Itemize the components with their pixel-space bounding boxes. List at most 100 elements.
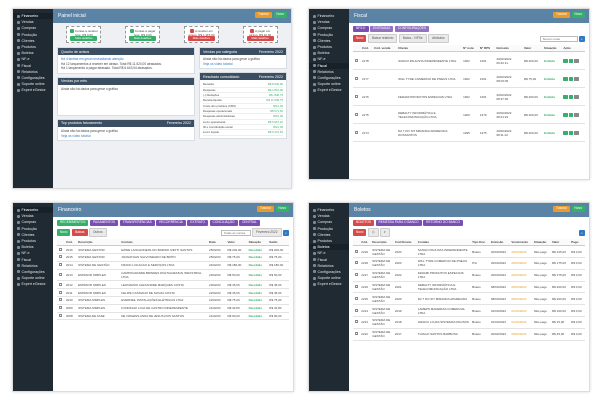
period-select[interactable]: Fevereiro 2022 [252, 228, 282, 237]
table-row[interactable]: 2176 FERAMI PRODUTOS ESPECIAIS LTDA 1302 13… [353, 87, 585, 107]
tutorial-button[interactable]: Tutorial [257, 206, 274, 213]
filter-icon[interactable]: ▾ [380, 228, 390, 237]
tab-item[interactable]: PAGAMENTOS [89, 220, 119, 227]
tab-boletos[interactable]: BOLETOS [353, 220, 374, 227]
tab-item[interactable]: CONCILIAÇÃO [209, 220, 238, 227]
notice-line[interactable]: Há 1 lançamento a pagar atrasado. Total … [61, 66, 191, 71]
row-checkbox[interactable] [58, 306, 62, 310]
row-checkbox[interactable] [58, 263, 62, 267]
email-icon[interactable] [568, 130, 574, 135]
column-header[interactable]: Valor [225, 238, 248, 247]
table-row[interactable]: 2014 SISTEMA DE GESTÃO FRANC LOCACAO E SER… [57, 261, 289, 270]
tab-item[interactable]: RECORRÊNCIA [156, 220, 186, 227]
table-row[interactable]: 2016 SISTEMA GESTOR EZIDE LANCHONETE DO BA… [57, 245, 289, 255]
row-checkbox[interactable] [354, 94, 358, 98]
row-checkbox[interactable] [354, 332, 358, 336]
column-header[interactable]: Pago [569, 238, 585, 247]
details-badge[interactable]: Mais detalhes [246, 35, 274, 41]
table-row[interactable]: 2212 SISTEMA DE GESTÃO 2017 THIAGO SANTOS B… [353, 328, 585, 341]
more-icon[interactable] [574, 58, 579, 63]
column-header[interactable]: Nº RPS [478, 44, 495, 53]
tutorial-button[interactable]: Tutorial [255, 12, 272, 19]
column-header[interactable]: Vencimento [509, 238, 533, 247]
kpi-receivable-today[interactable]: Contas a receber hoje: R$ 0,00 Mais detal… [66, 26, 102, 43]
table-row[interactable]: 2215 SISTEMA DE GESTÃO 2020 D2 7 DO SIT MIR… [353, 292, 585, 306]
period-select[interactable]: Fevereiro 2022 [259, 75, 283, 79]
row-checkbox[interactable] [354, 308, 358, 312]
tab-item[interactable]: TRANSFERÊNCIAS [119, 220, 155, 227]
new-button[interactable]: Novo [571, 206, 585, 213]
row-checkbox[interactable] [58, 298, 62, 302]
column-header[interactable]: Cód. venda [372, 44, 397, 53]
row-checkbox[interactable] [354, 296, 358, 300]
tab-remessa[interactable]: REMESSA PARA O BANCO [375, 220, 422, 227]
period-select[interactable]: Fevereiro 2022 [167, 121, 191, 125]
details-badge[interactable]: Mais detalhes [70, 35, 98, 41]
tab-nfse[interactable]: NFS-E [353, 26, 369, 33]
print-icon[interactable] [563, 130, 568, 135]
row-checkbox[interactable] [58, 282, 62, 286]
search-icon[interactable]: ⌕ [579, 35, 585, 42]
table-row[interactable]: 2011 EMISSOR SIMPLES FELIPE CASSIANO DE SO… [57, 288, 289, 297]
row-checkbox[interactable] [58, 272, 62, 276]
column-header[interactable]: Contato [119, 238, 208, 247]
column-header[interactable]: Situação [532, 238, 551, 247]
print-icon[interactable] [563, 76, 568, 81]
account-filter[interactable] [220, 229, 251, 236]
row-checkbox[interactable] [354, 284, 358, 288]
table-row[interactable]: 2216 SISTEMA DE GESTÃO 2021 DEBALTY INFORMÁ… [353, 281, 585, 294]
column-header[interactable]: Cód. [359, 238, 371, 247]
table-row[interactable]: 2175 DEBALTY INFORMÁTICA E TELECOMUNICAÇÃ… [353, 105, 585, 125]
table-row[interactable]: 2008 SISTEMA DE FASE DE ORGENS ANNA DE JES… [57, 312, 289, 321]
table-row[interactable]: 2012 EMISSOR SIMPLES LEONARDO ALEXANDRE MA… [57, 280, 289, 290]
table-row[interactable]: 2213 SISTEMA DE GESTÃO 2018 GRAFIC LOJAS SI… [353, 316, 585, 329]
table-row[interactable]: 2015 SISTEMA GESTOR JOANATHAN SALVONEGRO D… [57, 253, 289, 262]
column-header[interactable]: Nº nota [461, 44, 479, 53]
print-icon[interactable] [563, 112, 568, 117]
row-checkbox[interactable] [354, 320, 358, 324]
tab-item[interactable]: CENTRAL [239, 220, 260, 227]
new-button[interactable]: Novo [571, 12, 585, 19]
period-select[interactable]: Fevereiro 2022 [259, 50, 283, 54]
baixas-button[interactable]: Baixas [71, 229, 88, 236]
new-button[interactable]: Novo [275, 206, 289, 213]
new-note-button[interactable]: Novo [353, 35, 367, 42]
new-entry-button[interactable]: Novo [57, 229, 71, 236]
download-report-button[interactable]: Baixar relatório [367, 34, 398, 43]
more-icon[interactable] [574, 94, 579, 99]
column-header[interactable]: Tipo Doc. [470, 238, 490, 247]
column-header[interactable]: Emissão [494, 44, 523, 53]
print-icon[interactable]: ⎙ [367, 228, 379, 237]
column-header[interactable]: Contato [416, 238, 471, 247]
row-checkbox[interactable] [58, 255, 62, 259]
row-checkbox[interactable] [58, 290, 62, 294]
new-boleto-button[interactable]: Novo [353, 229, 367, 236]
column-header[interactable]: Cód. [360, 44, 373, 53]
details-badge[interactable]: Mais detalhes [129, 35, 157, 41]
tab-item[interactable]: RECEBIMENTOS [57, 220, 89, 227]
sidebar-item[interactable]: Expert eGestor [13, 87, 53, 93]
tab-configuracoes[interactable]: CONFIGURAÇÕES [394, 26, 430, 33]
email-icon[interactable] [568, 58, 574, 63]
column-header[interactable]: Valor [522, 44, 543, 53]
column-header[interactable]: Descrição [76, 238, 120, 247]
row-checkbox[interactable] [58, 247, 62, 251]
column-header[interactable] [353, 238, 360, 247]
table-row[interactable]: 2178 SANGO PAULISTA INDEPENDENTE LTDA 1302… [353, 51, 585, 71]
details-badge[interactable]: Mais detalhes [187, 35, 215, 41]
column-header[interactable]: Ação [561, 44, 585, 53]
tab-retorno[interactable]: RETORNO DO BANCO [423, 220, 463, 227]
row-checkbox[interactable] [354, 130, 358, 134]
search-input[interactable] [539, 35, 578, 42]
more-icon[interactable] [574, 112, 579, 117]
table-row[interactable]: 2174 D2 7 DO SIT MIRANDA APARECIDA DOSSAN… [353, 123, 585, 143]
column-header[interactable]: Cód.Financ. [393, 238, 417, 247]
sidebar-item[interactable]: Expert eGestor [13, 281, 53, 287]
column-header[interactable]: Data [207, 238, 226, 247]
table-row[interactable]: 2219 SISTEMA DE GESTÃO 2024 SANGO PAULISTA … [353, 245, 585, 259]
table-row[interactable]: 2010 SISTEMA SIMPLES EVERNEIL INSTALAÇÕES … [57, 296, 289, 305]
more-icon[interactable] [574, 130, 579, 135]
attributes-button[interactable]: Atributos [428, 34, 449, 43]
email-icon[interactable] [568, 112, 574, 117]
tutorial-button[interactable]: Tutorial [553, 206, 570, 213]
